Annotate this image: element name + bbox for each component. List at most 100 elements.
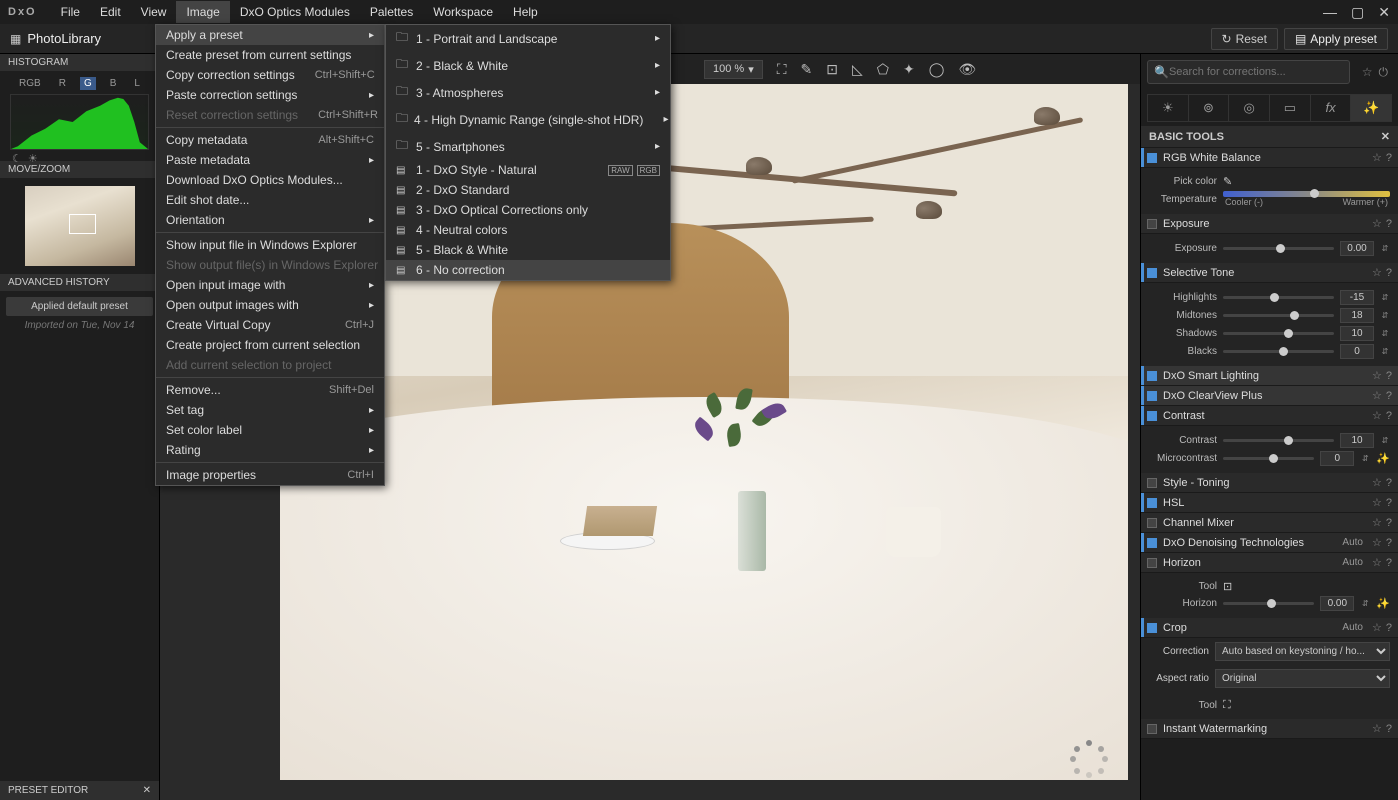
- exposure-header[interactable]: Exposure ☆ ?: [1141, 214, 1398, 234]
- crop-tool-icon[interactable]: ⛶: [1223, 699, 1231, 712]
- slider[interactable]: [1223, 350, 1334, 353]
- denoising-header[interactable]: DxO Denoising Technologies Auto ☆ ?: [1141, 533, 1398, 553]
- stepper-icon[interactable]: ⇵: [1360, 599, 1370, 608]
- help-icon[interactable]: ?: [1386, 390, 1392, 402]
- crop-tool-icon[interactable]: ⛶: [777, 61, 787, 78]
- close-icon[interactable]: ✕: [1378, 4, 1390, 21]
- star-icon[interactable]: ☆: [1372, 496, 1382, 509]
- menu-item[interactable]: Download DxO Optics Modules...: [156, 170, 384, 190]
- help-icon[interactable]: ?: [1386, 267, 1392, 279]
- menu-item[interactable]: Open output images with▸: [156, 295, 384, 315]
- stepper-icon[interactable]: ⇵: [1360, 454, 1370, 463]
- help-icon[interactable]: ?: [1386, 497, 1392, 509]
- channel-g[interactable]: G: [80, 77, 96, 90]
- horizon-tool-icon[interactable]: ⊡: [826, 61, 838, 78]
- menu-item[interactable]: Copy correction settingsCtrl+Shift+C: [156, 65, 384, 85]
- tab-magic[interactable]: ✨: [1351, 95, 1391, 121]
- value-input[interactable]: 0: [1340, 344, 1374, 359]
- menu-item[interactable]: Create preset from current settings: [156, 45, 384, 65]
- star-icon[interactable]: ☆: [1372, 266, 1382, 279]
- preset-item[interactable]: 🗀3 - Atmospheres▸: [386, 79, 670, 106]
- menu-item[interactable]: Create Virtual CopyCtrl+J: [156, 315, 384, 335]
- movezoom-thumbnail[interactable]: [25, 186, 135, 266]
- stepper-icon[interactable]: ⇵: [1380, 293, 1390, 302]
- watermarking-header[interactable]: Instant Watermarking ☆ ?: [1141, 719, 1398, 739]
- slider[interactable]: [1223, 332, 1334, 335]
- value-input[interactable]: 10: [1340, 326, 1374, 341]
- tab-detail[interactable]: ◎: [1229, 95, 1270, 121]
- history-item[interactable]: Applied default preset: [6, 297, 153, 316]
- preset-item[interactable]: ▤5 - Black & White: [386, 240, 670, 260]
- tab-color[interactable]: ⊚: [1189, 95, 1230, 121]
- star-icon[interactable]: ☆: [1372, 556, 1382, 569]
- help-icon[interactable]: ?: [1386, 517, 1392, 529]
- menu-item[interactable]: Create project from current selection: [156, 335, 384, 355]
- stepper-icon[interactable]: ⇵: [1380, 436, 1390, 445]
- preset-item[interactable]: ▤6 - No correction: [386, 260, 670, 280]
- mask-icon[interactable]: ◯: [929, 61, 945, 78]
- star-icon[interactable]: ☆: [1372, 409, 1382, 422]
- preset-item[interactable]: 🗀5 - Smartphones▸: [386, 133, 670, 160]
- tab-geometry[interactable]: ▭: [1270, 95, 1311, 121]
- menu-help[interactable]: Help: [503, 1, 548, 23]
- section-close-icon[interactable]: ✕: [1381, 130, 1390, 143]
- help-icon[interactable]: ?: [1386, 622, 1392, 634]
- exposure-slider[interactable]: [1223, 247, 1334, 250]
- value-input[interactable]: 10: [1340, 433, 1374, 448]
- zoom-selector[interactable]: 100 %▾: [704, 60, 763, 79]
- channel-b[interactable]: B: [106, 77, 121, 90]
- slider[interactable]: [1223, 296, 1334, 299]
- star-icon[interactable]: ☆: [1372, 536, 1382, 549]
- smart-lighting-toggle[interactable]: [1147, 371, 1157, 381]
- perspective-icon[interactable]: ◺: [852, 61, 863, 78]
- star-icon[interactable]: ☆: [1372, 476, 1382, 489]
- menu-item[interactable]: Rating▸: [156, 440, 384, 460]
- maximize-icon[interactable]: ▢: [1351, 4, 1364, 21]
- stepper-icon[interactable]: ⇵: [1380, 311, 1390, 320]
- eyedropper-icon[interactable]: ✎: [1223, 175, 1232, 188]
- menu-item[interactable]: Paste metadata▸: [156, 150, 384, 170]
- menu-optics[interactable]: DxO Optics Modules: [230, 1, 360, 23]
- menu-item[interactable]: Set color label▸: [156, 420, 384, 440]
- apply-preset-button[interactable]: ▤Apply preset: [1284, 28, 1388, 50]
- clearview-toggle[interactable]: [1147, 391, 1157, 401]
- star-icon[interactable]: ☆: [1372, 516, 1382, 529]
- menu-item[interactable]: Copy metadataAlt+Shift+C: [156, 130, 384, 150]
- preset-item[interactable]: ▤4 - Neutral colors: [386, 220, 670, 240]
- slider[interactable]: [1223, 314, 1334, 317]
- help-icon[interactable]: ?: [1386, 370, 1392, 382]
- menu-palettes[interactable]: Palettes: [360, 1, 423, 23]
- stepper-icon[interactable]: ⇵: [1380, 329, 1390, 338]
- repair-icon[interactable]: ✦: [903, 61, 915, 78]
- crop-header[interactable]: Crop Auto ☆ ?: [1141, 618, 1398, 638]
- white-balance-toggle[interactable]: [1147, 153, 1157, 163]
- contrast-header[interactable]: Contrast ☆ ?: [1141, 406, 1398, 426]
- horizon-tool-icon[interactable]: ⊡: [1223, 580, 1232, 593]
- help-icon[interactable]: ?: [1386, 723, 1392, 735]
- preview-icon[interactable]: 👁: [958, 61, 976, 78]
- selective-tone-toggle[interactable]: [1147, 268, 1157, 278]
- tab-light[interactable]: ☀: [1148, 95, 1189, 121]
- clearview-header[interactable]: DxO ClearView Plus ☆ ?: [1141, 386, 1398, 406]
- menu-item[interactable]: Image propertiesCtrl+I: [156, 465, 384, 485]
- hsl-header[interactable]: HSL ☆ ?: [1141, 493, 1398, 513]
- slider[interactable]: [1223, 457, 1314, 460]
- preset-item[interactable]: 🗀1 - Portrait and Landscape▸: [386, 25, 670, 52]
- channel-l[interactable]: L: [130, 77, 144, 90]
- horizon-value[interactable]: 0.00: [1320, 596, 1354, 611]
- stepper-icon[interactable]: ⇵: [1380, 244, 1390, 253]
- contrast-toggle[interactable]: [1147, 411, 1157, 421]
- crop-correction-select[interactable]: Auto based on keystoning / ho...: [1215, 642, 1390, 661]
- search-corrections[interactable]: 🔍: [1147, 60, 1350, 84]
- preset-item[interactable]: ▤2 - DxO Standard: [386, 180, 670, 200]
- help-icon[interactable]: ?: [1386, 218, 1392, 230]
- channel-mixer-header[interactable]: Channel Mixer ☆ ?: [1141, 513, 1398, 533]
- star-icon[interactable]: ☆: [1372, 389, 1382, 402]
- help-icon[interactable]: ?: [1386, 410, 1392, 422]
- polygon-icon[interactable]: ⬠: [877, 61, 889, 78]
- menu-item[interactable]: Apply a preset▸: [156, 25, 384, 45]
- star-filter-icon[interactable]: ☆: [1356, 65, 1379, 79]
- help-icon[interactable]: ?: [1386, 557, 1392, 569]
- menu-image[interactable]: Image: [176, 1, 229, 23]
- selective-tone-header[interactable]: Selective Tone ☆ ?: [1141, 263, 1398, 283]
